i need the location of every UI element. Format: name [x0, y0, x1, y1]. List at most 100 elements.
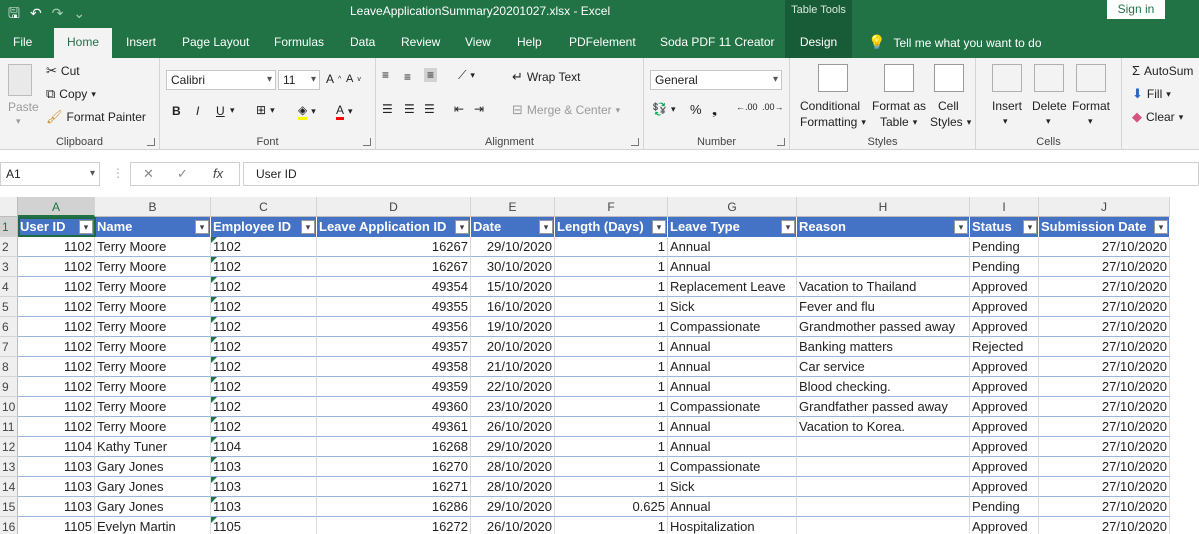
table-cell[interactable]: Approved — [970, 417, 1039, 437]
column-header-a[interactable]: A — [18, 197, 95, 217]
row-header-10[interactable]: 10 — [0, 397, 18, 417]
table-cell[interactable]: 27/10/2020 — [1039, 337, 1170, 357]
row-header-16[interactable]: 16 — [0, 517, 18, 534]
cell-styles-button[interactable]: Styles ▾ — [930, 115, 971, 129]
table-cell[interactable]: Approved — [970, 317, 1039, 337]
table-cell[interactable] — [797, 517, 970, 534]
table-cell[interactable]: Approved — [970, 377, 1039, 397]
table-cell[interactable]: Terry Moore — [95, 257, 211, 277]
column-header-d[interactable]: D — [317, 197, 471, 217]
underline-button[interactable]: U — [216, 104, 225, 118]
table-cell[interactable]: 1 — [555, 237, 668, 257]
table-cell[interactable]: Terry Moore — [95, 297, 211, 317]
filter-dropdown-icon[interactable]: ▾ — [79, 220, 93, 234]
orientation-icon[interactable]: ⟋ ▾ — [458, 68, 475, 83]
table-cell[interactable]: 20/10/2020 — [471, 337, 555, 357]
error-indicator-icon[interactable] — [211, 317, 217, 323]
tab-view[interactable]: View — [465, 26, 491, 58]
table-cell[interactable]: 1102 — [18, 417, 95, 437]
table-cell[interactable]: Gary Jones — [95, 497, 211, 517]
error-indicator-icon[interactable] — [211, 397, 217, 403]
header-cell[interactable]: Employee ID ▾ — [211, 217, 317, 237]
table-cell[interactable]: Approved — [970, 277, 1039, 297]
table-cell[interactable]: 26/10/2020 — [471, 417, 555, 437]
decrease-font-icon[interactable]: Av — [346, 73, 361, 85]
table-cell[interactable]: Pending — [970, 497, 1039, 517]
table-cell[interactable]: 27/10/2020 — [1039, 297, 1170, 317]
table-cell[interactable]: 27/10/2020 — [1039, 277, 1170, 297]
font-color-icon[interactable]: A ▾ — [336, 103, 353, 120]
header-cell[interactable]: Status ▾ — [970, 217, 1039, 237]
column-header-b[interactable]: B — [95, 197, 211, 217]
table-cell[interactable]: 27/10/2020 — [1039, 237, 1170, 257]
tab-design[interactable]: Design — [785, 26, 852, 58]
table-cell[interactable]: 1 — [555, 417, 668, 437]
filter-dropdown-icon[interactable]: ▾ — [195, 220, 209, 234]
column-header-h[interactable]: H — [797, 197, 970, 217]
table-cell[interactable]: 27/10/2020 — [1039, 477, 1170, 497]
table-cell[interactable]: 0.625 — [555, 497, 668, 517]
borders-icon[interactable]: ⊞ ▾ — [256, 103, 275, 117]
align-bottom-icon[interactable]: ≡ — [424, 68, 438, 82]
table-cell[interactable]: Grandfather passed away — [797, 397, 970, 417]
paste-button[interactable]: Paste — [8, 100, 39, 114]
table-cell[interactable]: Annual — [668, 337, 797, 357]
number-launcher-icon[interactable] — [777, 138, 785, 146]
table-cell[interactable]: 1102 — [18, 337, 95, 357]
table-cell[interactable]: 27/10/2020 — [1039, 497, 1170, 517]
error-indicator-icon[interactable] — [211, 277, 217, 283]
table-cell[interactable]: Sick — [668, 477, 797, 497]
tab-review[interactable]: Review — [401, 26, 440, 58]
table-cell[interactable]: 1102 — [211, 277, 317, 297]
row-header-4[interactable]: 4 — [0, 277, 18, 297]
save-icon[interactable]: 🖫 — [8, 3, 20, 23]
table-cell[interactable]: 16267 — [317, 257, 471, 277]
font-size-select[interactable]: 11 — [278, 70, 320, 90]
error-indicator-icon[interactable] — [211, 297, 217, 303]
underline-dropdown-icon[interactable]: ▾ — [230, 105, 235, 116]
table-cell[interactable]: Vacation to Korea. — [797, 417, 970, 437]
redo-icon[interactable]: ↷ — [52, 3, 64, 23]
decrease-indent-icon[interactable]: ⇤ — [454, 102, 464, 116]
copy-button[interactable]: ⧉ Copy ▾ — [46, 87, 96, 102]
table-cell[interactable]: Annual — [668, 237, 797, 257]
table-cell[interactable]: 49359 — [317, 377, 471, 397]
clear-button[interactable]: ◆ Clear ▾ — [1132, 110, 1183, 125]
filter-dropdown-icon[interactable]: ▾ — [301, 220, 315, 234]
table-cell[interactable]: Annual — [668, 377, 797, 397]
table-cell[interactable]: Kathy Tuner — [95, 437, 211, 457]
table-cell[interactable]: 27/10/2020 — [1039, 317, 1170, 337]
tab-help[interactable]: Help — [517, 26, 542, 58]
row-header-8[interactable]: 8 — [0, 357, 18, 377]
header-cell[interactable]: Leave Application ID ▾ — [317, 217, 471, 237]
table-cell[interactable] — [797, 437, 970, 457]
currency-icon[interactable]: 💱 ▾ — [652, 102, 675, 116]
table-cell[interactable]: Annual — [668, 257, 797, 277]
table-cell[interactable]: 1 — [555, 477, 668, 497]
header-cell[interactable]: Leave Type ▾ — [668, 217, 797, 237]
table-cell[interactable]: 1104 — [18, 437, 95, 457]
filter-dropdown-icon[interactable]: ▾ — [954, 220, 968, 234]
table-cell[interactable]: Sick — [668, 297, 797, 317]
error-indicator-icon[interactable] — [211, 517, 217, 523]
table-cell[interactable]: 23/10/2020 — [471, 397, 555, 417]
format-as-table-button[interactable]: Table ▾ — [880, 115, 917, 129]
wrap-text-button[interactable]: ↵ Wrap Text — [512, 70, 580, 85]
header-cell[interactable]: User ID ▾ — [18, 217, 95, 237]
paste-icon[interactable] — [8, 64, 32, 96]
table-cell[interactable] — [797, 237, 970, 257]
header-cell[interactable]: Length (Days) ▾ — [555, 217, 668, 237]
format-as-table-label[interactable]: Format as — [872, 99, 926, 113]
header-cell[interactable]: Name ▾ — [95, 217, 211, 237]
row-header-12[interactable]: 12 — [0, 437, 18, 457]
table-cell[interactable]: Compassionate — [668, 317, 797, 337]
table-cell[interactable]: 26/10/2020 — [471, 517, 555, 534]
insert-dropdown-icon[interactable]: ▾ — [1003, 116, 1008, 127]
row-header-3[interactable]: 3 — [0, 257, 18, 277]
table-cell[interactable]: 29/10/2020 — [471, 237, 555, 257]
error-indicator-icon[interactable] — [211, 237, 217, 243]
table-cell[interactable]: Terry Moore — [95, 417, 211, 437]
table-cell[interactable]: 1103 — [211, 477, 317, 497]
column-header-e[interactable]: E — [471, 197, 555, 217]
error-indicator-icon[interactable] — [211, 417, 217, 423]
